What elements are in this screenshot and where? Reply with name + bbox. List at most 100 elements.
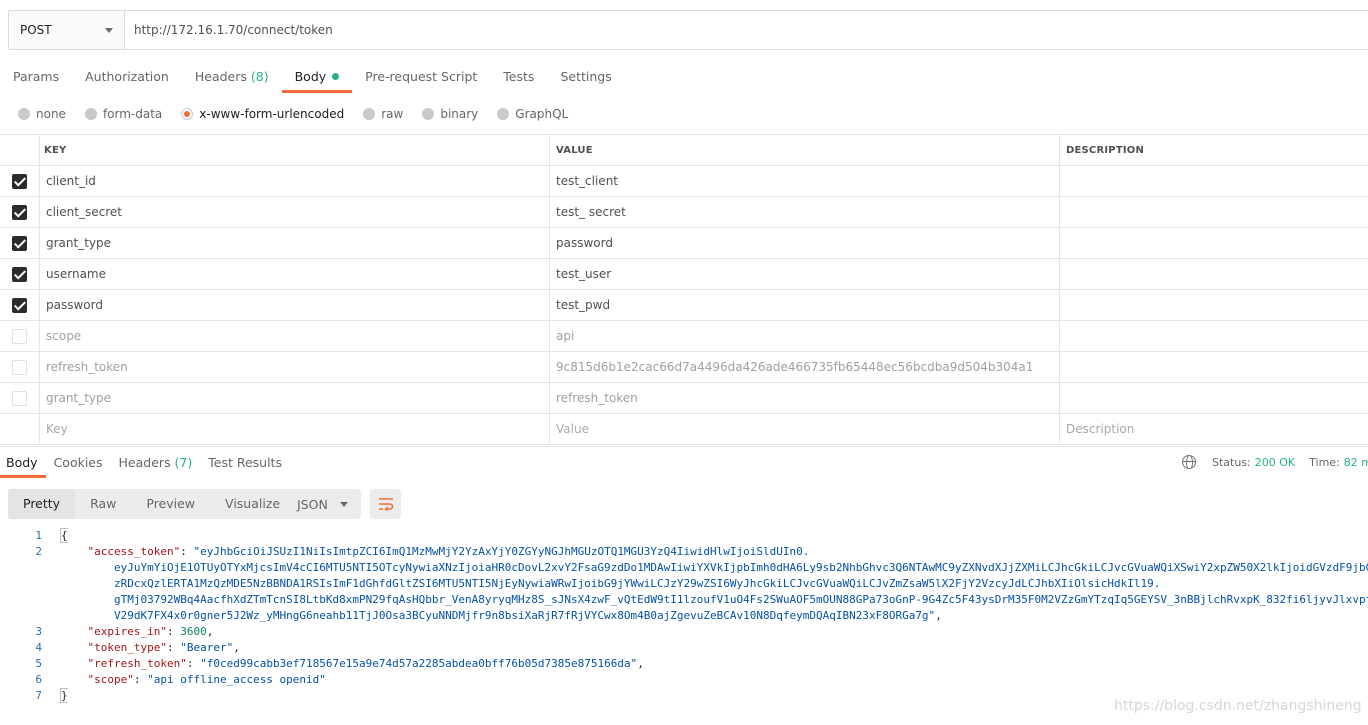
param-description[interactable]	[1060, 290, 1368, 320]
response-status: Status: 200 OK Time: 82 ms	[1182, 455, 1368, 469]
json-key: "token_type"	[87, 641, 167, 654]
tab-body[interactable]: Body	[281, 62, 353, 93]
radio-raw[interactable]: raw	[363, 107, 403, 121]
param-key[interactable]: client_secret	[40, 197, 550, 227]
tab-headers[interactable]: Headers (8)	[182, 62, 282, 92]
radio-urlencoded[interactable]: x-www-form-urlencoded	[181, 107, 344, 121]
param-value[interactable]: test_pwd	[550, 290, 1060, 320]
line-number: 5	[35, 657, 42, 670]
param-key[interactable]: client_id	[40, 166, 550, 196]
param-description[interactable]	[1060, 383, 1368, 413]
tab-params[interactable]: Params	[0, 62, 72, 92]
code-line: 2 "access_token": "eyJhbGciOiJSUzI1NiIsI…	[0, 544, 1368, 560]
code-line: 1 {	[0, 528, 1368, 544]
resp-headers-count: (7)	[174, 455, 193, 470]
globe-icon[interactable]	[1182, 455, 1196, 469]
radio-graphql[interactable]: GraphQL	[497, 107, 568, 121]
param-key[interactable]: refresh_token	[40, 352, 550, 382]
new-description-input[interactable]: Description	[1060, 414, 1368, 444]
url-text: http://172.16.1.70/connect/token	[134, 23, 333, 37]
resp-tab-cookies[interactable]: Cookies	[46, 450, 111, 476]
view-pretty-button[interactable]: Pretty	[8, 489, 76, 519]
table-row: client_id test_client	[0, 166, 1368, 197]
param-key[interactable]: scope	[40, 321, 550, 351]
response-tabs: Body Cookies Headers (7) Test Results	[0, 450, 290, 478]
radio-icon	[422, 108, 435, 120]
tab-settings[interactable]: Settings	[547, 62, 624, 92]
param-value[interactable]: refresh_token	[550, 383, 1060, 413]
param-value[interactable]: password	[550, 228, 1060, 258]
response-divider[interactable]	[0, 446, 1368, 447]
tab-authorization[interactable]: Authorization	[72, 62, 182, 92]
request-url-bar: POST http://172.16.1.70/connect/token	[8, 10, 1368, 50]
param-value[interactable]: 9c815d6b1e2cac66d7a4496da426ade466735fb6…	[550, 352, 1060, 382]
method-select[interactable]: POST	[9, 11, 125, 49]
code-line: 5 "refresh_token": "f0ced99cabb3ef718567…	[0, 656, 1368, 672]
radio-icon	[497, 108, 510, 120]
param-key[interactable]: username	[40, 259, 550, 289]
new-key-input[interactable]: Key	[40, 414, 550, 444]
json-key: "expires_in"	[87, 625, 167, 638]
new-value-input[interactable]: Value	[550, 414, 1060, 444]
checkbox-checked-icon[interactable]	[12, 266, 27, 282]
param-value[interactable]: test_client	[550, 166, 1060, 196]
radio-none[interactable]: none	[18, 107, 66, 121]
json-value: 3600	[180, 625, 207, 638]
param-key[interactable]: grant_type	[40, 383, 550, 413]
radio-binary[interactable]: binary	[422, 107, 478, 121]
checkbox-checked-icon[interactable]	[12, 173, 27, 189]
tab-tests[interactable]: Tests	[490, 62, 547, 92]
resp-tab-headers[interactable]: Headers (7)	[111, 450, 201, 476]
method-label: POST	[20, 23, 52, 37]
param-value[interactable]: test_user	[550, 259, 1060, 289]
json-value-continued: gTMj03792WBq4AacfhXdZTmTcnSI8LtbKd8xmPN2…	[113, 593, 1368, 606]
table-row: username test_user	[0, 259, 1368, 290]
param-description[interactable]	[1060, 321, 1368, 351]
chevron-down-icon	[340, 502, 348, 507]
resp-tab-body[interactable]: Body	[0, 450, 46, 478]
chevron-down-icon	[105, 28, 113, 33]
time-label: Time:	[1309, 455, 1340, 469]
line-number: 4	[35, 641, 42, 654]
tab-prerequest-script[interactable]: Pre-request Script	[352, 62, 490, 92]
json-key: "refresh_token"	[87, 657, 187, 670]
json-value-continued: V29dK7FX4x0r0gner5J2Wz_yMHngG6neahb11TjJ…	[113, 609, 936, 622]
json-value: "api offline_access openid"	[147, 673, 326, 686]
url-input[interactable]: http://172.16.1.70/connect/token	[125, 11, 1368, 49]
json-value-continued: zRDcxQzlERTA1MzQzMDE5NzBBNDA1RSIsImF1dGh…	[113, 577, 1161, 590]
format-select[interactable]: JSON	[287, 489, 361, 519]
status-value[interactable]: 200 OK	[1255, 456, 1295, 469]
view-raw-button[interactable]: Raw	[75, 489, 131, 519]
table-row: grant_type refresh_token	[0, 383, 1368, 414]
param-description[interactable]	[1060, 228, 1368, 258]
wrap-lines-icon	[378, 498, 393, 511]
radio-form-data[interactable]: form-data	[84, 107, 162, 121]
param-value[interactable]: api	[550, 321, 1060, 351]
code-line-wrapped: V29dK7FX4x0r0gner5J2Wz_yMHngG6neahb11TjJ…	[113, 609, 942, 622]
format-label: JSON	[297, 496, 328, 512]
view-visualize-button[interactable]: Visualize	[210, 489, 295, 519]
time-value[interactable]: 82 ms	[1344, 456, 1368, 469]
json-value: "eyJhbGciOiJSUzI1NiIsImtpZCI6ImQ1MzMwMjY…	[193, 545, 810, 558]
param-key[interactable]: grant_type	[40, 228, 550, 258]
response-view-toggle: Pretty Raw Preview Visualize	[8, 489, 296, 519]
table-header-row: KEY VALUE DESCRIPTION	[0, 135, 1368, 166]
body-type-radios: none form-data x-www-form-urlencoded raw…	[18, 104, 587, 124]
checkbox-unchecked-icon[interactable]	[12, 328, 27, 344]
param-value[interactable]: test_ secret	[550, 197, 1060, 227]
param-key[interactable]: password	[40, 290, 550, 320]
wrap-lines-button[interactable]	[370, 489, 401, 519]
checkbox-checked-icon[interactable]	[12, 297, 27, 313]
param-description[interactable]	[1060, 352, 1368, 382]
checkbox-checked-icon[interactable]	[12, 204, 27, 220]
param-description[interactable]	[1060, 259, 1368, 289]
param-description[interactable]	[1060, 166, 1368, 196]
checkbox-unchecked-icon[interactable]	[12, 359, 27, 375]
open-brace: {	[60, 528, 68, 543]
view-preview-button[interactable]: Preview	[131, 489, 210, 519]
param-description[interactable]	[1060, 197, 1368, 227]
checkbox-unchecked-icon[interactable]	[12, 390, 27, 406]
resp-tab-test-results[interactable]: Test Results	[200, 450, 290, 476]
checkbox-checked-icon[interactable]	[12, 235, 27, 251]
response-body-code[interactable]: 1 { 2 "access_token": "eyJhbGciOiJSUzI1N…	[0, 528, 1368, 704]
